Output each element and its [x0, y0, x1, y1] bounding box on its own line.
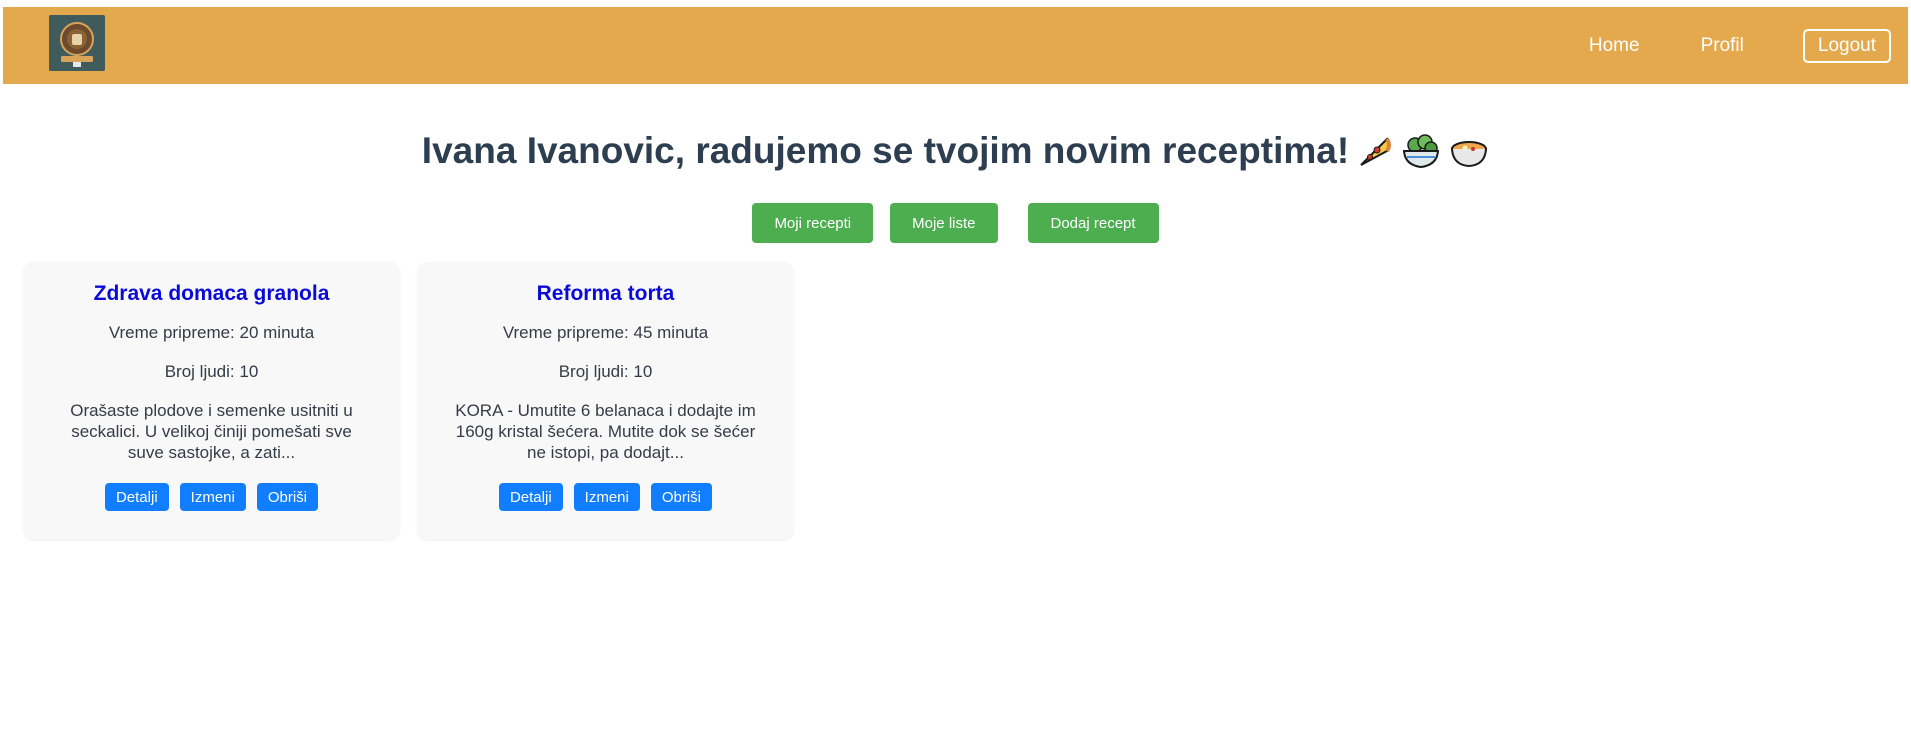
- recipe-vault-logo[interactable]: [49, 15, 105, 71]
- recipe-title[interactable]: Reforma torta: [446, 282, 765, 306]
- action-bar: Moji recepti Moje liste Dodaj recept: [0, 203, 1911, 243]
- details-button[interactable]: Detalji: [104, 483, 169, 511]
- my-recipes-button[interactable]: Moji recepti: [752, 203, 874, 243]
- pizza-icon: [1360, 137, 1392, 166]
- recipe-card: Zdrava domaca granola Vreme pripreme: 20…: [24, 262, 399, 539]
- recipe-actions: Detalji Izmeni Obriši: [52, 483, 371, 511]
- recipe-card: Reforma torta Vreme pripreme: 45 minuta …: [418, 262, 793, 539]
- delete-button[interactable]: Obriši: [256, 483, 319, 511]
- page-heading: Ivana Ivanovic, radujemo se tvojim novim…: [422, 130, 1489, 172]
- details-button[interactable]: Detalji: [498, 483, 563, 511]
- salad-icon: [1403, 134, 1440, 169]
- recipe-prep-time: Vreme pripreme: 45 minuta: [502, 323, 709, 342]
- soup-icon: [1451, 141, 1488, 168]
- recipe-prep-time: Vreme pripreme: 20 minuta: [108, 323, 315, 342]
- logout-button[interactable]: Logout: [1802, 28, 1891, 63]
- my-lists-button[interactable]: Moje liste: [890, 203, 998, 243]
- title-wrap: Ivana Ivanovic, radujemo se tvojim novim…: [0, 130, 1911, 172]
- recipe-title[interactable]: Zdrava domaca granola: [52, 282, 371, 306]
- nav-profil-link[interactable]: Profil: [1701, 35, 1744, 57]
- page-title: Ivana Ivanovic, radujemo se tvojim novim…: [421, 130, 1350, 171]
- edit-button[interactable]: Izmeni: [573, 483, 640, 511]
- recipe-description: Orašaste plodove i semenke usitniti u se…: [70, 401, 353, 462]
- delete-button[interactable]: Obriši: [650, 483, 713, 511]
- recipe-card-list: Zdrava domaca granola Vreme pripreme: 20…: [24, 262, 793, 539]
- recipe-servings: Broj ljudi: 10: [164, 362, 259, 381]
- add-recipe-button[interactable]: Dodaj recept: [1027, 203, 1159, 243]
- nav-links: Home Profil Logout: [1589, 7, 1891, 84]
- navbar: Home Profil Logout: [3, 7, 1908, 84]
- edit-button[interactable]: Izmeni: [179, 483, 246, 511]
- recipe-actions: Detalji Izmeni Obriši: [446, 483, 765, 511]
- recipe-servings: Broj ljudi: 10: [558, 362, 653, 381]
- recipe-description: KORA - Umutite 6 belanaca i dodajte im 1…: [455, 401, 756, 462]
- nav-home-link[interactable]: Home: [1589, 35, 1640, 57]
